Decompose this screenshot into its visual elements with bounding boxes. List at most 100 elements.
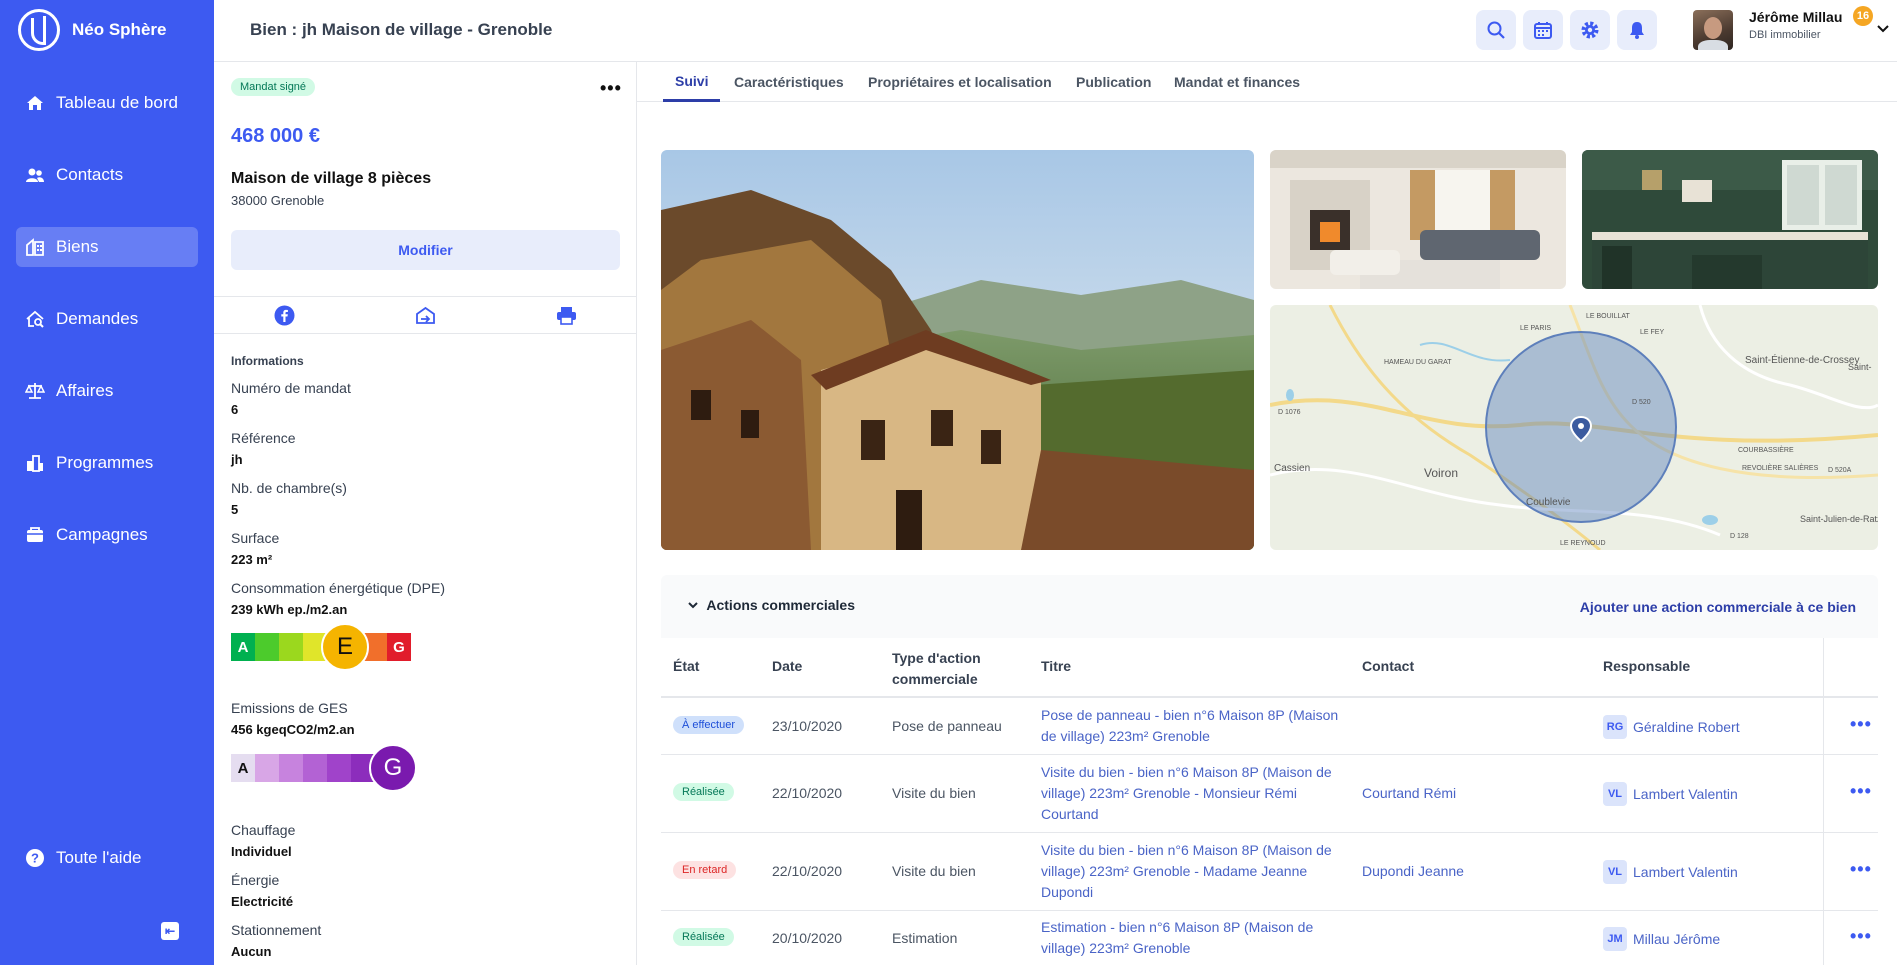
ges-scale: A G: [231, 744, 417, 792]
share-toolbar: [214, 296, 636, 334]
action-type: Visite du bien: [892, 785, 976, 801]
help-icon: ?: [25, 848, 45, 868]
facebook-share-button[interactable]: [214, 297, 355, 333]
dpe-segment: [255, 633, 279, 661]
sidebar-item-label: Programmes: [56, 453, 154, 472]
ges-segment: [279, 754, 303, 782]
sidebar-item-affaires[interactable]: Affaires: [16, 371, 198, 411]
campaign-icon: [25, 525, 45, 545]
tab-proprietaires-localisation[interactable]: Propriétaires et localisation: [868, 62, 1052, 102]
action-title[interactable]: Pose de panneau - bien n°6 Maison 8P (Ma…: [1041, 705, 1351, 747]
field-label: Consommation énergétique (DPE): [231, 580, 445, 596]
column-header[interactable]: Type d'action commerciale: [892, 648, 1002, 690]
action-type: Estimation: [892, 930, 958, 946]
modify-button[interactable]: Modifier: [231, 230, 620, 270]
row-menu-icon[interactable]: •••: [1850, 714, 1872, 735]
field-label: Chauffage: [231, 822, 296, 838]
chevron-down-icon: [688, 602, 698, 609]
bell-icon: [1630, 22, 1644, 39]
field-value: Individuel: [231, 844, 292, 859]
page-title: Bien : jh Maison de village - Grenoble: [250, 20, 553, 39]
sidebar-item-campagnes[interactable]: Campagnes: [16, 515, 198, 555]
action-responsible[interactable]: VL Lambert Valentin: [1603, 860, 1738, 884]
field-label: Numéro de mandat: [231, 380, 351, 396]
column-header[interactable]: Titre: [1041, 658, 1071, 674]
column-header[interactable]: État: [673, 658, 699, 674]
sidebar-item-label: Tableau de bord: [56, 93, 178, 112]
sidebar-item-contacts[interactable]: Contacts: [16, 155, 198, 195]
column-header[interactable]: Date: [772, 658, 802, 674]
table-row[interactable]: En retard 22/10/2020 Visite du bien Visi…: [661, 832, 1878, 910]
column-header[interactable]: Contact: [1362, 658, 1414, 674]
tab-suivi[interactable]: Suivi: [663, 62, 721, 102]
living-room-photo[interactable]: [1270, 150, 1566, 289]
responsible-name: Géraldine Robert: [1633, 719, 1740, 735]
topbar: Bien : jh Maison de village - Grenoble 1…: [214, 0, 1897, 62]
help-link[interactable]: ? Toute l'aide: [16, 838, 198, 878]
action-responsible[interactable]: JM Millau Jérôme: [1603, 927, 1720, 951]
action-type: Visite du bien: [892, 863, 976, 879]
map-label: Saint-Julien-de-Ratz: [1800, 514, 1878, 524]
map-canvas: Saint-Étienne-de-Crossey Voiron Cassien Cou…: [1270, 305, 1878, 550]
row-menu-icon[interactable]: •••: [1850, 859, 1872, 880]
actions-table: État Date Type d'action commerciale Titr…: [661, 638, 1878, 965]
location-map[interactable]: Saint-Étienne-de-Crossey Voiron Cassien Cou…: [1270, 305, 1878, 550]
map-label: LE BOUILLAT: [1586, 313, 1631, 320]
sidebar-item-label: Campagnes: [56, 525, 148, 544]
settings-button[interactable]: [1570, 10, 1610, 50]
main-property-photo[interactable]: [661, 150, 1254, 550]
chevron-down-icon[interactable]: [1876, 22, 1890, 36]
property-title: Maison de village 8 pièces: [231, 170, 432, 187]
app-logo[interactable]: Néo Sphère: [18, 9, 166, 51]
row-menu-icon[interactable]: •••: [1850, 926, 1872, 947]
action-responsible[interactable]: VL Lambert Valentin: [1603, 782, 1738, 806]
action-title[interactable]: Visite du bien - bien n°6 Maison 8P (Mai…: [1041, 840, 1351, 903]
print-button[interactable]: [496, 297, 636, 333]
sidebar-item-programmes[interactable]: Programmes: [16, 443, 198, 483]
sidebar-item-label: Biens: [56, 237, 99, 256]
action-title[interactable]: Estimation - bien n°6 Maison 8P (Maison …: [1041, 917, 1351, 959]
action-date: 22/10/2020: [772, 863, 843, 879]
export-icon: [416, 306, 435, 324]
tab-caracteristiques[interactable]: Caractéristiques: [734, 62, 844, 102]
field-label: Énergie: [231, 872, 280, 888]
export-share-button[interactable]: [355, 297, 496, 333]
user-company: DBI immobilier: [1749, 29, 1821, 41]
map-label: HAMEAU DU GARAT: [1384, 359, 1452, 366]
calendar-button[interactable]: [1523, 10, 1563, 50]
tab-publication[interactable]: Publication: [1076, 62, 1151, 102]
gear-icon: [1581, 21, 1599, 39]
table-row[interactable]: À effectuer 23/10/2020 Pose de panneau P…: [661, 696, 1878, 754]
table-row[interactable]: Réalisée 22/10/2020 Visite du bien Visit…: [661, 754, 1878, 832]
map-label: D 1076: [1278, 409, 1301, 416]
sidebar-item-tableau-de-bord[interactable]: Tableau de bord: [16, 83, 198, 123]
table-row[interactable]: Réalisée 20/10/2020 Estimation Estimatio…: [661, 910, 1878, 965]
sidebar-item-demandes[interactable]: Demandes: [16, 299, 198, 339]
avatar[interactable]: [1693, 10, 1733, 50]
sidebar-item-biens[interactable]: Biens: [16, 227, 198, 267]
notifications-badge: 16: [1853, 6, 1873, 26]
kitchen-photo[interactable]: [1582, 150, 1878, 289]
dpe-class-last: G: [387, 633, 411, 661]
map-label: Saint-: [1848, 362, 1872, 372]
more-options-icon[interactable]: •••: [600, 78, 622, 99]
add-action-link[interactable]: Ajouter une action commerciale à ce bien: [1580, 599, 1856, 615]
info-heading: Informations: [231, 354, 304, 368]
sidebar-item-label: Affaires: [56, 381, 114, 400]
action-type: Pose de panneau: [892, 718, 1002, 734]
tab-mandat-finances[interactable]: Mandat et finances: [1174, 62, 1300, 102]
facebook-icon: [274, 305, 295, 325]
action-title[interactable]: Visite du bien - bien n°6 Maison 8P (Mai…: [1041, 762, 1351, 825]
section-toggle[interactable]: Actions commerciales: [687, 597, 855, 613]
row-menu-icon[interactable]: •••: [1850, 781, 1872, 802]
search-button[interactable]: [1476, 10, 1516, 50]
notifications-button[interactable]: [1617, 10, 1657, 50]
responsible-name: Lambert Valentin: [1633, 864, 1738, 880]
action-contact[interactable]: Courtand Rémi: [1362, 783, 1456, 804]
commercial-actions-section: Actions commerciales Ajouter une action …: [661, 575, 1878, 965]
field-label: Surface: [231, 530, 280, 546]
collapse-sidebar-icon[interactable]: ⇤: [161, 922, 179, 940]
column-header[interactable]: Responsable: [1603, 658, 1690, 674]
action-contact[interactable]: Dupondi Jeanne: [1362, 861, 1464, 882]
action-responsible[interactable]: RG Géraldine Robert: [1603, 715, 1740, 739]
